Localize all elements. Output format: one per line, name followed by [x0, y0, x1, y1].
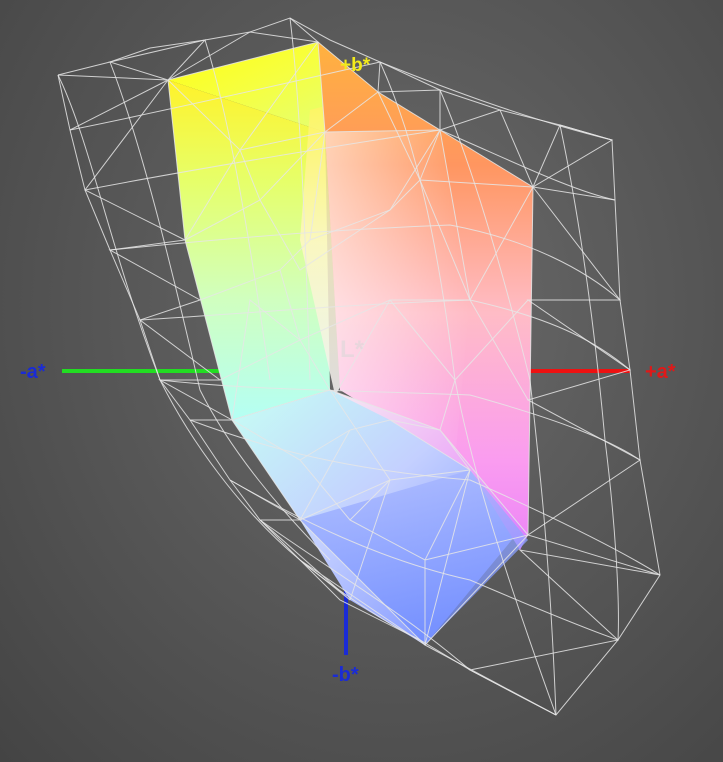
lightness-axis-label: L* — [340, 336, 364, 363]
neg-a-axis-label: -a* — [20, 361, 46, 383]
pos-b-axis-label: +b* — [340, 55, 371, 76]
neg-b-axis-label: -b* — [332, 664, 359, 686]
gamut-diagram: -a* +a* +b* -b* L* — [0, 0, 723, 762]
pos-a-axis-label: +a* — [645, 361, 676, 383]
gamut-plot — [57, 17, 661, 716]
